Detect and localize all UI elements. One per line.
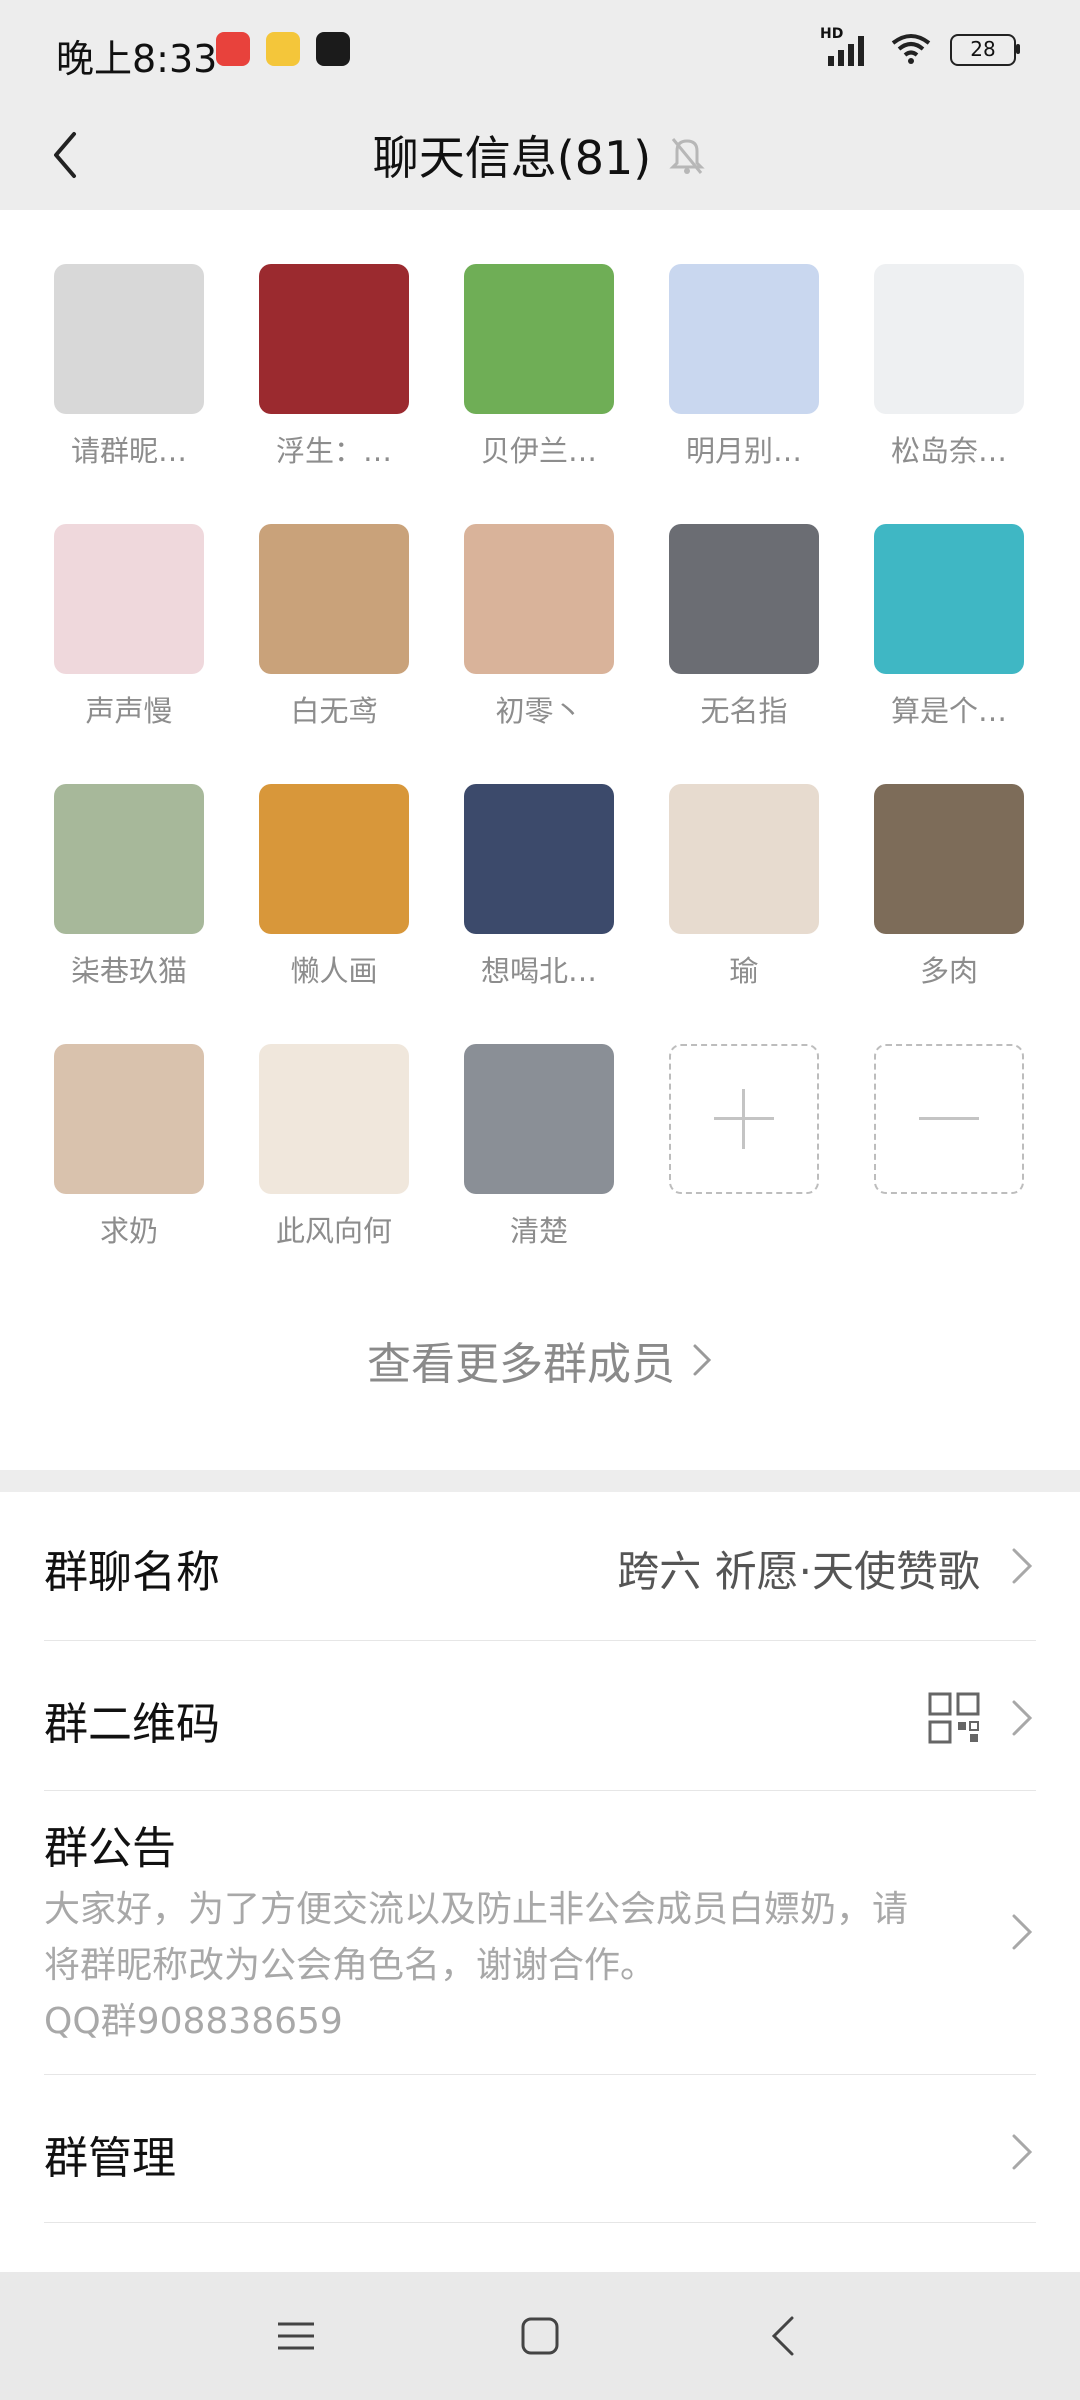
member-name: 明月别… bbox=[685, 434, 802, 468]
announcement-line: 大家好，为了方便交流以及防止非公会成员白嫖奶，请 bbox=[44, 1889, 909, 1930]
news-app-icon bbox=[216, 32, 250, 66]
chevron-right-icon bbox=[693, 1344, 712, 1376]
member-name: 清楚 bbox=[509, 1214, 568, 1248]
wifi-icon bbox=[890, 31, 932, 69]
group-manage-row[interactable]: 群管理 bbox=[44, 2074, 1036, 2223]
member-item[interactable]: 求奶 bbox=[54, 1044, 204, 1250]
plus-icon bbox=[669, 1044, 819, 1194]
announcement-label: 群公告 bbox=[44, 1823, 176, 1874]
member-item[interactable]: 柒巷玖猫 bbox=[54, 784, 204, 990]
member-name: 浮生：… bbox=[275, 434, 392, 468]
status-time: 晚上8:33 bbox=[56, 37, 218, 81]
members-grid: 请群昵… 浮生：… 贝伊兰… 明月别… 松岛奈… 声声慢 白无鸢 初零丶 无名指… bbox=[0, 210, 1080, 1470]
group-name-label: 群聊名称 bbox=[44, 1547, 220, 1598]
member-item[interactable]: 贝伊兰… bbox=[464, 264, 614, 470]
menu-icon[interactable] bbox=[276, 2316, 316, 2356]
announcement-row[interactable]: 群公告 大家好，为了方便交流以及防止非公会成员白嫖奶，请 将群昵称改为公会角色名… bbox=[44, 1790, 1036, 2075]
avatar bbox=[259, 784, 409, 934]
member-item[interactable]: 想喝北… bbox=[464, 784, 614, 990]
group-manage-label: 群管理 bbox=[44, 2133, 176, 2184]
member-name: 瑜 bbox=[729, 954, 759, 988]
announcement-text: 大家好，为了方便交流以及防止非公会成员白嫖奶，请 将群昵称改为公会角色名，谢谢合… bbox=[44, 1882, 974, 2050]
chevron-right-icon bbox=[1012, 1914, 1033, 1950]
avatar bbox=[54, 784, 204, 934]
group-name-value: 跨六 祈愿·天使赞歌 bbox=[617, 1547, 980, 1596]
member-name: 多肉 bbox=[919, 954, 978, 988]
member-item[interactable]: 声声慢 bbox=[54, 524, 204, 730]
avatar bbox=[464, 784, 614, 934]
avatar bbox=[54, 524, 204, 674]
member-item[interactable]: 明月别… bbox=[669, 264, 819, 470]
member-item[interactable]: 算是个… bbox=[874, 524, 1024, 730]
member-item[interactable]: 瑜 bbox=[669, 784, 819, 990]
chevron-right-icon bbox=[1012, 1548, 1033, 1584]
member-item[interactable]: 初零丶 bbox=[464, 524, 614, 730]
announcement-line: QQ群908838659 bbox=[44, 2001, 343, 2042]
game-app-icon bbox=[266, 32, 300, 66]
avatar bbox=[464, 264, 614, 414]
avatar bbox=[54, 1044, 204, 1194]
member-name: 无名指 bbox=[700, 694, 788, 728]
member-item[interactable]: 白无鸢 bbox=[259, 524, 409, 730]
avatar bbox=[669, 524, 819, 674]
member-name: 求奶 bbox=[99, 1214, 158, 1248]
signal-icon: HD bbox=[820, 26, 872, 68]
member-name: 白无鸢 bbox=[290, 694, 378, 728]
member-name: 贝伊兰… bbox=[480, 434, 597, 468]
avatar bbox=[259, 1044, 409, 1194]
member-item[interactable]: 多肉 bbox=[874, 784, 1024, 990]
member-item[interactable]: 浮生：… bbox=[259, 264, 409, 470]
member-item[interactable]: 无名指 bbox=[669, 524, 819, 730]
minus-icon bbox=[874, 1044, 1024, 1194]
avatar bbox=[874, 784, 1024, 934]
chevron-right-icon bbox=[1012, 2134, 1033, 2170]
qr-code-label: 群二维码 bbox=[44, 1699, 220, 1750]
status-indicators: HD 28 bbox=[820, 26, 1020, 70]
qr-code-icon bbox=[928, 1692, 980, 1744]
member-name: 声声慢 bbox=[85, 694, 173, 728]
member-item[interactable]: 懒人画 bbox=[259, 784, 409, 990]
avatar bbox=[259, 524, 409, 674]
battery-icon: 28 bbox=[950, 34, 1020, 66]
back-nav-icon[interactable] bbox=[768, 2314, 798, 2358]
member-item[interactable]: 请群昵… bbox=[54, 264, 204, 470]
page-title: 聊天信息(81) bbox=[372, 131, 652, 185]
mute-bell-icon bbox=[669, 138, 705, 174]
avatar bbox=[874, 524, 1024, 674]
avatar bbox=[54, 264, 204, 414]
avatar bbox=[464, 524, 614, 674]
announcement-line: 将群昵称改为公会角色名，谢谢合作。 bbox=[44, 1945, 657, 1986]
avatar bbox=[874, 264, 1024, 414]
avatar bbox=[669, 784, 819, 934]
add-member-button[interactable] bbox=[669, 1044, 819, 1194]
tiktok-app-icon bbox=[316, 32, 350, 66]
member-name: 懒人画 bbox=[290, 954, 378, 988]
remove-member-button[interactable] bbox=[874, 1044, 1024, 1194]
member-name: 请群昵… bbox=[70, 434, 187, 468]
qr-code-row[interactable]: 群二维码 bbox=[44, 1640, 1036, 1791]
member-name: 柒巷玖猫 bbox=[70, 954, 187, 988]
member-name: 松岛奈… bbox=[890, 434, 1007, 468]
system-nav-bar bbox=[0, 2272, 1080, 2400]
header: 聊天信息(81) bbox=[0, 100, 1080, 210]
status-bar: 晚上8:33 HD 28 bbox=[0, 0, 1080, 100]
avatar bbox=[259, 264, 409, 414]
member-item[interactable]: 松岛奈… bbox=[874, 264, 1024, 470]
member-name: 初零丶 bbox=[495, 694, 583, 728]
member-item[interactable]: 此风向何 bbox=[259, 1044, 409, 1250]
chevron-right-icon bbox=[1012, 1700, 1033, 1736]
member-item[interactable]: 清楚 bbox=[464, 1044, 614, 1250]
avatar bbox=[464, 1044, 614, 1194]
group-name-row[interactable]: 群聊名称 跨六 祈愿·天使赞歌 bbox=[44, 1492, 1036, 1641]
member-name: 想喝北… bbox=[480, 954, 597, 988]
avatar bbox=[669, 264, 819, 414]
member-name: 此风向何 bbox=[275, 1214, 392, 1248]
member-name: 算是个… bbox=[890, 694, 1007, 728]
view-more-label: 查看更多群成员 bbox=[367, 1339, 675, 1390]
view-more-members-button[interactable]: 查看更多群成员 bbox=[0, 1328, 1080, 1392]
group-settings: 群聊名称 跨六 祈愿·天使赞歌 群二维码 群公告 大家好，为了方便交流以及防止非… bbox=[0, 1492, 1080, 2272]
home-icon[interactable] bbox=[520, 2316, 560, 2356]
